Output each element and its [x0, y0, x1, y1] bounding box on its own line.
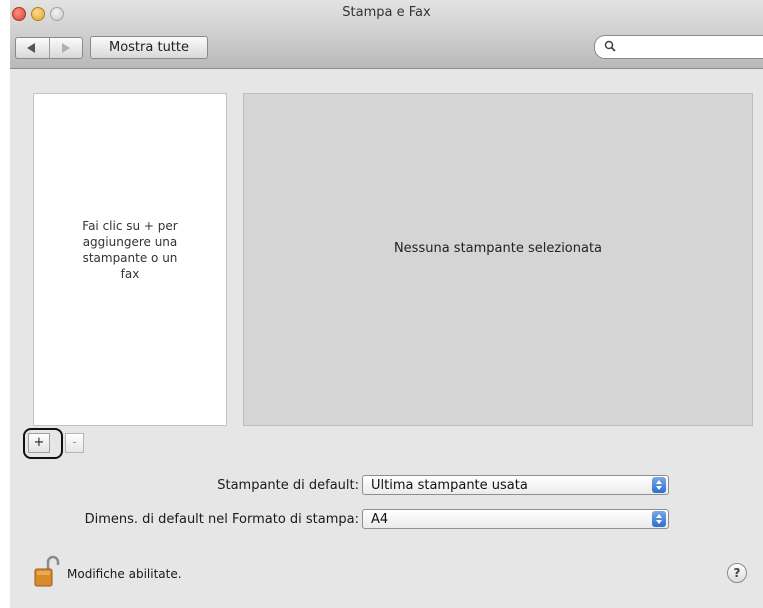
- search-field[interactable]: [594, 35, 763, 59]
- magnifier-icon: [604, 40, 616, 52]
- no-printer-selected-message: Nessuna stampante selezionata: [393, 241, 603, 256]
- default-paper-size-label: Dimens. di default nel Formato di stampa…: [84, 512, 359, 527]
- help-button[interactable]: ?: [727, 563, 747, 583]
- toolbar: Stampa e Fax Mostra tutte: [10, 0, 763, 69]
- window-title: Stampa e Fax: [342, 5, 431, 20]
- default-printer-value: Ultima stampante usata: [371, 478, 528, 493]
- printer-detail-pane: Nessuna stampante selezionata: [243, 93, 753, 426]
- search-input[interactable]: [621, 38, 755, 56]
- forward-button[interactable]: [48, 38, 83, 58]
- printer-list-empty-hint: Fai clic su + per aggiungere una stampan…: [82, 218, 178, 281]
- show-all-button[interactable]: Mostra tutte: [90, 36, 208, 59]
- printer-list[interactable]: Fai clic su + per aggiungere una stampan…: [33, 93, 227, 426]
- back-forward-control: [15, 37, 83, 59]
- back-arrow-icon: [27, 43, 35, 53]
- lock-button[interactable]: [32, 555, 62, 593]
- default-paper-size-value: A4: [371, 512, 389, 527]
- back-button[interactable]: [16, 38, 49, 58]
- default-printer-label: Stampante di default:: [217, 478, 359, 493]
- forward-arrow-icon: [61, 43, 70, 53]
- preferences-window: Stampa e Fax Mostra tutte Fai clic su + …: [10, 0, 763, 608]
- popup-arrows-icon: [652, 477, 666, 493]
- default-paper-size-popup[interactable]: A4: [362, 509, 669, 529]
- lock-open-icon: [34, 555, 60, 587]
- default-printer-popup[interactable]: Ultima stampante usata: [362, 475, 669, 495]
- add-printer-button[interactable]: +: [28, 433, 50, 453]
- lock-status-text: Modifiche abilitate.: [67, 567, 182, 581]
- popup-arrows-icon: [652, 511, 666, 527]
- remove-printer-button[interactable]: -: [65, 433, 84, 453]
